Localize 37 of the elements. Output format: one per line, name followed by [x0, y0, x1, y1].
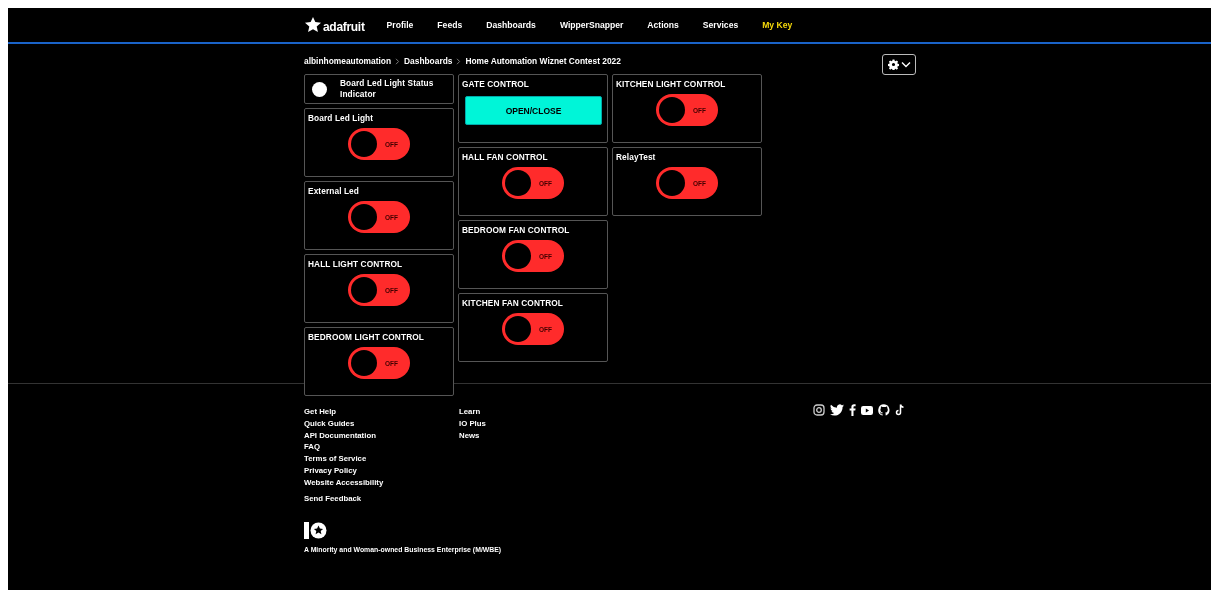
caret-icon [900, 60, 911, 68]
block-title: HALL LIGHT CONTROL [308, 259, 404, 269]
io-logo-icon [304, 522, 327, 540]
chevron-icon [456, 57, 462, 65]
nav-link[interactable]: My Key [762, 20, 793, 30]
block-title: HALL FAN CONTROL [462, 152, 549, 162]
chevron-icon [395, 57, 400, 65]
facebook-icon[interactable] [849, 404, 856, 416]
block-title: Board Led Light Status Indicator [340, 77, 435, 101]
block-title: External Led [308, 186, 360, 196]
breadcrumb-link[interactable]: Dashboards [404, 56, 453, 66]
breadcrumb-link[interactable]: albinhomeautomation [304, 56, 391, 66]
block-title: KITCHEN LIGHT CONTROL [616, 79, 727, 89]
brand-logo[interactable]: adafruit [323, 20, 365, 34]
nav-link[interactable]: Services [702, 20, 739, 30]
settings-button[interactable] [882, 53, 916, 75]
nav-link[interactable]: WipperSnapper [559, 20, 624, 30]
block-title: BEDROOM FAN CONTROL [462, 225, 571, 235]
instagram-icon[interactable] [813, 404, 825, 416]
block-title: RelayTest [616, 152, 657, 162]
nav-link[interactable]: Profile [386, 20, 414, 30]
nav-link[interactable]: Feeds [437, 20, 463, 30]
github-icon[interactable] [878, 404, 890, 416]
twitter-icon[interactable] [830, 404, 844, 416]
settings-icon [887, 58, 899, 70]
block-title: KITCHEN FAN CONTROL [462, 298, 564, 308]
block-title: Board Led Light [308, 113, 375, 123]
open-close-button[interactable]: OPEN/CLOSE [465, 96, 602, 125]
status-indicator-light [312, 81, 327, 97]
tiktok-icon[interactable] [895, 404, 905, 416]
breadcrumb-link[interactable]: Home Automation Wiznet Contest 2022 [465, 56, 621, 66]
star-logo-icon [304, 16, 322, 34]
nav-link[interactable]: Actions [647, 20, 679, 30]
nav-link[interactable]: Dashboards [486, 20, 536, 30]
block-title: BEDROOM LIGHT CONTROL [308, 332, 425, 342]
block-title: GATE CONTROL [462, 79, 530, 89]
youtube-icon[interactable] [861, 405, 873, 415]
